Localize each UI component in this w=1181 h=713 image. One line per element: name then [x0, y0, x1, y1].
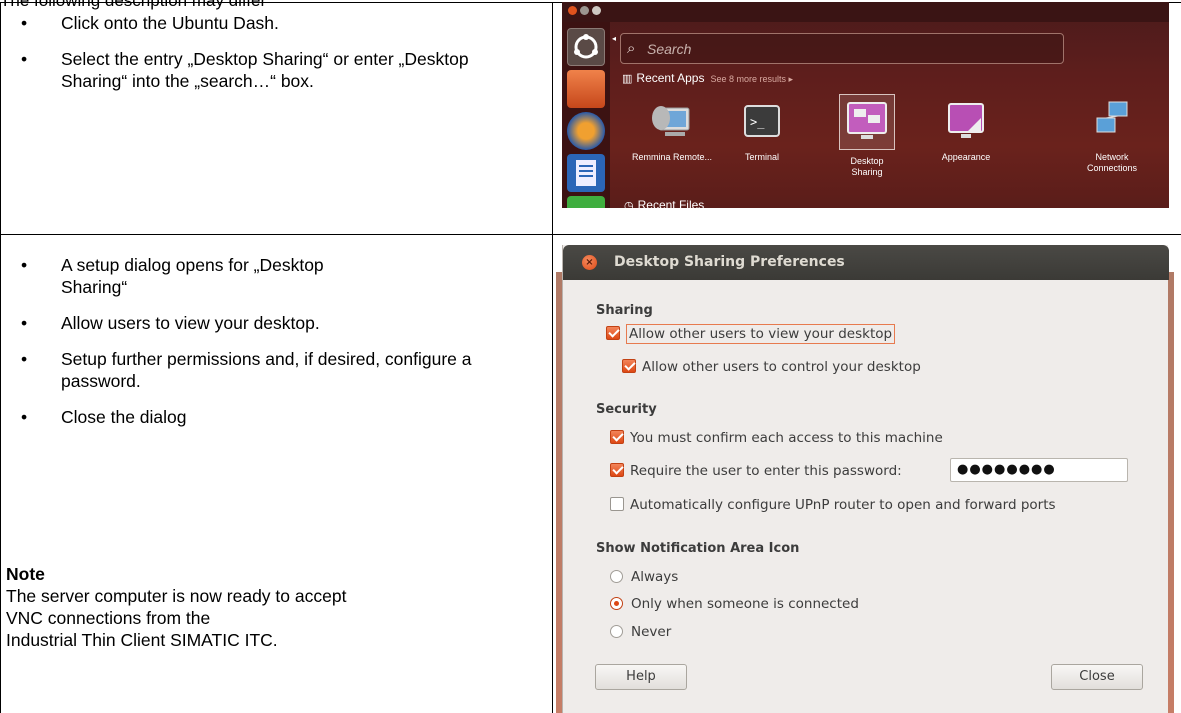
require-password-checkbox[interactable]: Require the user to enter this password:: [610, 463, 902, 479]
radio-only-when-connected[interactable]: Only when someone is connected: [610, 596, 859, 612]
list-item: • Setup further permissions and, if desir…: [21, 349, 472, 391]
radio-selected-icon[interactable]: [610, 597, 623, 610]
minimize-icon: [580, 6, 589, 15]
writer-icon[interactable]: [567, 154, 605, 192]
checkbox-checked-icon[interactable]: [606, 326, 620, 340]
app-appearance[interactable]: Appearance: [921, 96, 1011, 163]
list-item: • Close the dialog: [21, 407, 187, 427]
note-line: The server computer is now ready to acce…: [6, 586, 347, 606]
files-icon[interactable]: [567, 70, 605, 108]
calc-icon[interactable]: [567, 196, 605, 208]
search-input[interactable]: ⌕ Search: [620, 33, 1064, 64]
note-line: Industrial Thin Client SIMATIC ITC.: [6, 630, 278, 650]
desktop-sharing-icon: [839, 94, 895, 150]
note-block: Note The server computer is now ready to…: [6, 563, 346, 651]
upnp-checkbox[interactable]: Automatically configure UPnP router to o…: [610, 497, 1056, 513]
ubuntu-dash-screenshot: ◂ ⌕ Search ▥ Recent Apps See 8 more result…: [562, 2, 1169, 208]
row2-instructions: • A setup dialog opens for „Desktop Shari…: [0, 254, 550, 442]
maximize-icon: [592, 6, 601, 15]
appearance-icon: [941, 96, 991, 146]
radio-never[interactable]: Never: [610, 624, 671, 640]
checkbox-unchecked-icon[interactable]: [610, 497, 624, 511]
wallpaper-strip-right: [1168, 272, 1174, 713]
apps-lens-icon: ▥: [622, 72, 633, 85]
sharing-heading: Sharing: [596, 303, 653, 318]
notification-heading: Show Notification Area Icon: [596, 541, 800, 556]
search-icon: ⌕: [627, 39, 636, 57]
launcher-pointer-icon: ◂: [612, 34, 617, 43]
checkbox-checked-icon[interactable]: [610, 430, 624, 444]
row1-instructions: • Click onto the Ubuntu Dash. • Select the…: [0, 12, 550, 106]
clock-icon: ◷: [624, 199, 634, 208]
app-network-connections[interactable]: Network Connections: [1067, 96, 1157, 174]
radio-unselected-icon[interactable]: [610, 625, 623, 638]
checkbox-checked-icon[interactable]: [622, 359, 636, 373]
list-item: • Select the entry „Desktop Sharing“ or e…: [21, 49, 469, 91]
list-item: • A setup dialog opens for „Desktop Shari…: [21, 255, 324, 297]
radio-unselected-icon[interactable]: [610, 570, 623, 583]
recent-files-header[interactable]: ◷ Recent Files: [624, 198, 704, 208]
list-item: • Click onto the Ubuntu Dash.: [21, 13, 279, 33]
more-results-link[interactable]: See 8 more results ▸: [710, 74, 793, 84]
firefox-icon[interactable]: [567, 112, 605, 150]
terminal-icon: >_: [737, 96, 787, 146]
close-icon: [568, 6, 577, 15]
list-item: • Allow users to view your desktop.: [21, 313, 320, 333]
allow-control-checkbox[interactable]: Allow other users to control your deskto…: [622, 359, 921, 375]
recent-apps-header[interactable]: ▥ Recent Apps See 8 more results ▸: [622, 71, 793, 85]
dialog-title: Desktop Sharing Preferences: [614, 254, 845, 270]
app-terminal[interactable]: >_ Terminal: [717, 96, 807, 163]
note-line: VNC connections from the: [6, 608, 211, 628]
close-button[interactable]: Close: [1051, 664, 1143, 690]
app-desktop-sharing[interactable]: Desktop Sharing: [822, 94, 912, 178]
help-button[interactable]: Help: [595, 664, 687, 690]
dash-top-bar: [562, 2, 1169, 22]
security-heading: Security: [596, 402, 657, 417]
allow-view-checkbox[interactable]: Allow other users to view your desktop: [606, 324, 896, 344]
password-field[interactable]: ●●●●●●●●: [950, 458, 1128, 482]
radio-always[interactable]: Always: [610, 569, 678, 585]
close-icon[interactable]: ×: [582, 255, 597, 270]
checkbox-checked-icon[interactable]: [610, 463, 624, 477]
table-column-divider: [552, 2, 553, 713]
svg-text:>_: >_: [750, 115, 765, 129]
remote-desktop-icon: [647, 96, 697, 146]
unity-launcher: [562, 22, 610, 208]
table-row-divider: [0, 234, 1181, 235]
dialog-title-bar: × Desktop Sharing Preferences: [563, 245, 1169, 280]
app-remmina[interactable]: Remmina Remote...: [627, 96, 717, 163]
confirm-access-checkbox[interactable]: You must confirm each access to this mac…: [610, 430, 943, 446]
network-icon: [1087, 96, 1137, 146]
ubuntu-logo-icon[interactable]: [567, 28, 605, 66]
note-title: Note: [6, 564, 45, 584]
